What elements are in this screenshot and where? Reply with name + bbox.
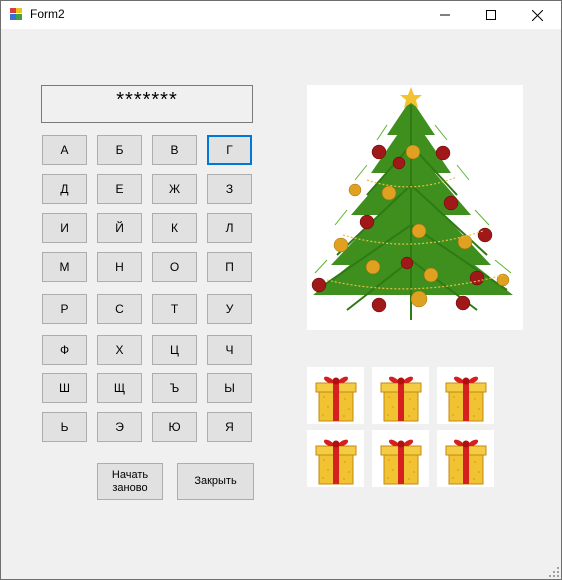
letter-key[interactable]: Р: [42, 294, 87, 324]
letter-key[interactable]: Ф: [42, 335, 87, 365]
app-window: Form2 ******* АБВГ ДЕЖЗ ИЙКЛ МНОП РСТУ ФХЦЧ ШЩ…: [0, 0, 562, 580]
letter-key[interactable]: Ц: [152, 335, 197, 365]
gift-box-icon: [372, 430, 429, 487]
letter-key[interactable]: Ж: [152, 174, 197, 204]
letter-key[interactable]: О: [152, 252, 197, 282]
restart-button[interactable]: Начать заново: [97, 463, 163, 500]
letter-key[interactable]: М: [42, 252, 87, 282]
maximize-button[interactable]: [468, 1, 514, 29]
maximize-icon: [486, 10, 496, 20]
letter-key[interactable]: В: [152, 135, 197, 165]
letter-key[interactable]: И: [42, 213, 87, 243]
letter-key[interactable]: Ы: [207, 373, 252, 403]
close-window-button[interactable]: [514, 1, 560, 29]
christmas-tree-icon: [311, 87, 513, 320]
resize-grip-icon[interactable]: [549, 567, 559, 577]
letter-key[interactable]: А: [42, 135, 87, 165]
letter-key[interactable]: Х: [97, 335, 142, 365]
gift-box-icon: [307, 430, 364, 487]
letter-key[interactable]: С: [97, 294, 142, 324]
title-bar[interactable]: Form2: [1, 1, 561, 29]
letter-key[interactable]: Б: [97, 135, 142, 165]
letter-key[interactable]: Й: [97, 213, 142, 243]
close-icon: [531, 9, 543, 21]
letter-key[interactable]: Ш: [42, 373, 87, 403]
letter-key[interactable]: У: [207, 294, 252, 324]
masked-word-display: *******: [41, 85, 253, 123]
gift-box-icon: [372, 367, 429, 424]
letter-key[interactable]: Т: [152, 294, 197, 324]
letter-key[interactable]: Г: [207, 135, 252, 165]
letter-key[interactable]: Ъ: [152, 373, 197, 403]
app-icon: [9, 7, 23, 21]
letter-key[interactable]: Э: [97, 412, 142, 442]
minimize-icon: [440, 14, 450, 16]
gift-box-icon: [307, 367, 364, 424]
letter-key[interactable]: Д: [42, 174, 87, 204]
gift-box-icon: [437, 430, 494, 487]
letter-key[interactable]: П: [207, 252, 252, 282]
window-title: Form2: [30, 7, 65, 21]
letter-key[interactable]: Щ: [97, 373, 142, 403]
letter-key[interactable]: Ь: [42, 412, 87, 442]
letter-key[interactable]: З: [207, 174, 252, 204]
letter-key[interactable]: Ч: [207, 335, 252, 365]
letter-key[interactable]: Ю: [152, 412, 197, 442]
gift-box-icon: [437, 367, 494, 424]
letter-key[interactable]: Е: [97, 174, 142, 204]
christmas-tree-image: [307, 85, 523, 330]
close-button[interactable]: Закрыть: [177, 463, 254, 500]
letter-key[interactable]: Л: [207, 213, 252, 243]
letter-key[interactable]: Н: [97, 252, 142, 282]
letter-key[interactable]: Я: [207, 412, 252, 442]
letter-key[interactable]: К: [152, 213, 197, 243]
minimize-button[interactable]: [422, 1, 468, 29]
